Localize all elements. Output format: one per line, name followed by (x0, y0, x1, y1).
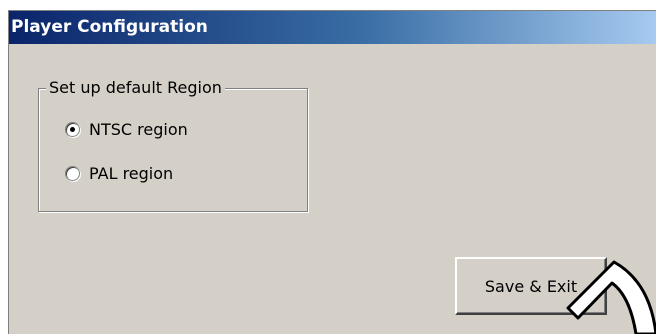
window-title: Player Configuration (11, 17, 208, 37)
radio-ntsc-region[interactable]: NTSC region (65, 117, 188, 141)
title-bar[interactable]: Player Configuration (9, 11, 656, 44)
radio-button-icon[interactable] (65, 121, 80, 137)
radio-pal-region[interactable]: PAL region (65, 161, 173, 185)
radio-selected-dot-icon (70, 126, 75, 132)
region-group-label: Set up default Region (46, 78, 225, 97)
pal-region-label[interactable]: PAL region (89, 164, 173, 183)
ntsc-region-label[interactable]: NTSC region (89, 120, 188, 139)
save-exit-button[interactable]: Save & Exit (455, 257, 607, 315)
region-groupbox (38, 88, 308, 212)
radio-button-icon[interactable] (65, 165, 80, 181)
player-configuration-window: Player Configuration Set up default Regi… (8, 10, 656, 334)
